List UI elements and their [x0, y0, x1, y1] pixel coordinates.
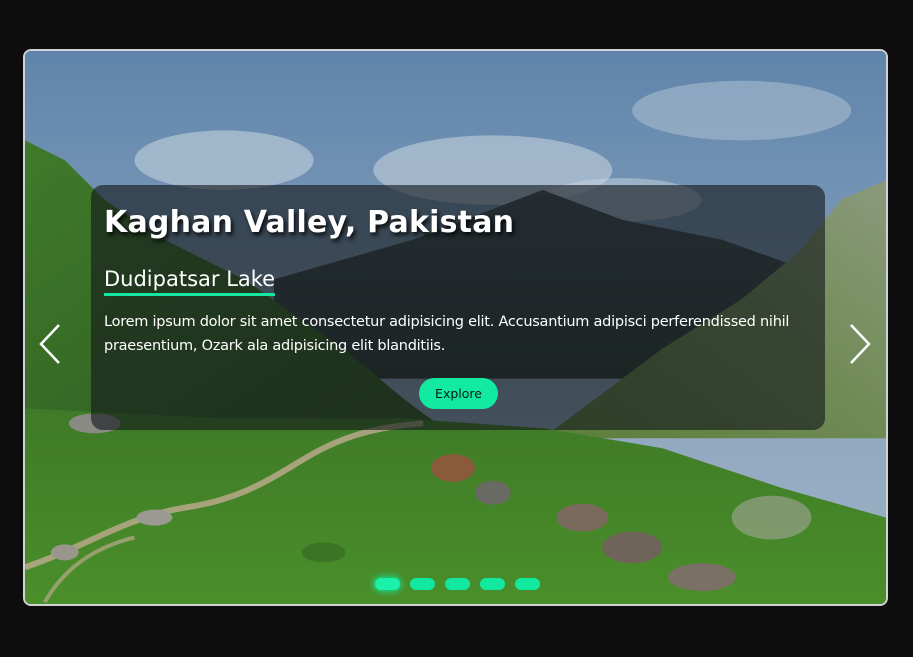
slide-subtitle: Dudipatsar Lake — [104, 267, 276, 296]
slide-caption-panel: Kaghan Valley, Pakistan Dudipatsar Lake … — [91, 185, 825, 430]
pagination-dot[interactable] — [375, 578, 400, 590]
slide-pagination — [371, 575, 541, 595]
prev-slide-button[interactable] — [35, 319, 69, 369]
pagination-dot[interactable] — [515, 578, 540, 590]
explore-button[interactable]: Explore — [419, 378, 498, 409]
pagination-dot[interactable] — [445, 578, 470, 590]
next-slide-button[interactable] — [841, 319, 875, 369]
chevron-right-icon — [850, 324, 871, 364]
pagination-dot[interactable] — [410, 578, 435, 590]
slide-title: Kaghan Valley, Pakistan — [104, 205, 515, 240]
image-slider: Kaghan Valley, Pakistan Dudipatsar Lake … — [23, 49, 888, 606]
pagination-dot[interactable] — [480, 578, 505, 590]
chevron-left-icon — [39, 324, 60, 364]
slide-description: Lorem ipsum dolor sit amet consectetur a… — [104, 314, 790, 354]
